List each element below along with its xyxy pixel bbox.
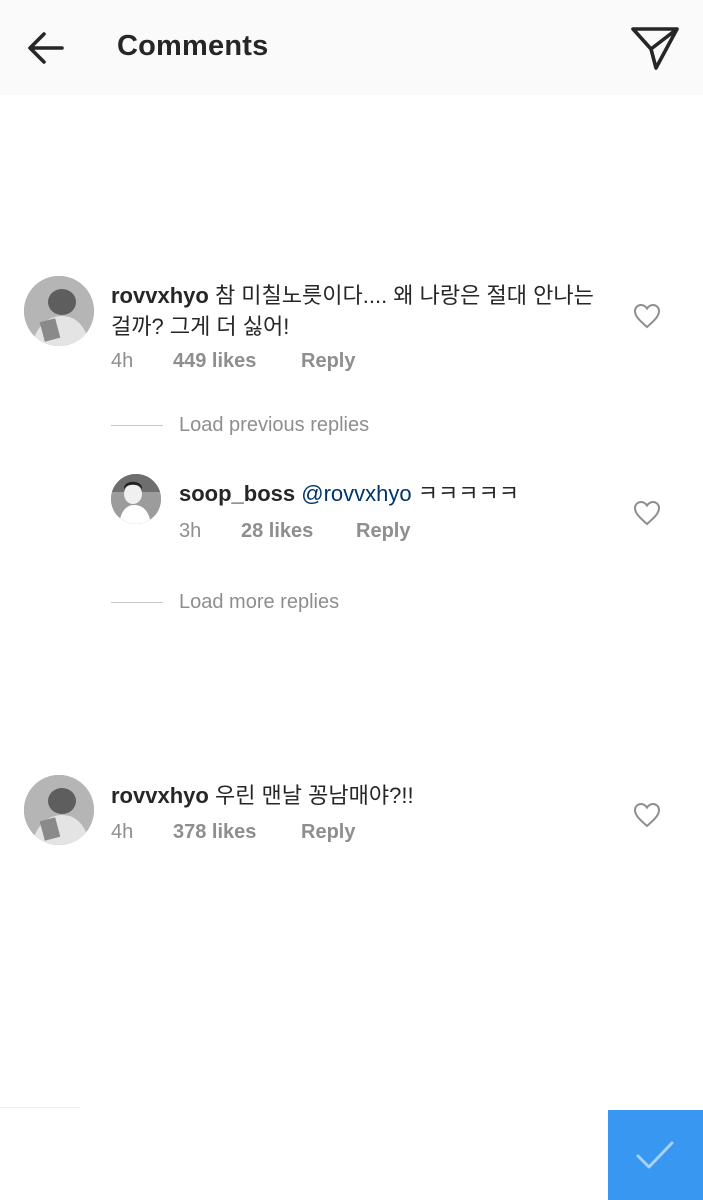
- comment-likes[interactable]: 378 likes: [173, 821, 256, 844]
- comment-username[interactable]: rovvxhyo: [111, 783, 209, 808]
- divider-line: [111, 602, 163, 603]
- heart-icon: [633, 802, 661, 828]
- heart-icon: [633, 500, 661, 526]
- avatar[interactable]: [24, 775, 94, 845]
- comment-username[interactable]: rovvxhyo: [111, 283, 209, 308]
- avatar[interactable]: [111, 474, 161, 524]
- comment-likes[interactable]: 449 likes: [173, 350, 256, 373]
- reply-button[interactable]: Reply: [301, 350, 355, 373]
- reply-meta: 3h 28 likes Reply: [179, 520, 479, 544]
- comment-time: 4h: [111, 350, 134, 372]
- arrow-left-icon: [28, 32, 64, 64]
- comment-text: rovvxhyo 참 미칠노릇이다.... 왜 나랑은 절대 안나는걸까? 그게…: [111, 280, 611, 342]
- like-button[interactable]: [633, 303, 661, 329]
- confirm-button[interactable]: [608, 1110, 703, 1200]
- like-button[interactable]: [633, 500, 661, 526]
- reply-time: 3h: [179, 520, 202, 542]
- heart-icon: [633, 303, 661, 329]
- divider-line: [0, 1107, 80, 1108]
- comment-meta: 4h 449 likes Reply: [111, 350, 411, 374]
- load-more-replies[interactable]: Load more replies: [179, 591, 339, 614]
- like-button[interactable]: [633, 802, 661, 828]
- page-title: Comments: [117, 30, 269, 62]
- reply-username[interactable]: soop_boss: [179, 481, 295, 506]
- reply-likes[interactable]: 28 likes: [241, 520, 313, 543]
- divider-line: [111, 425, 163, 426]
- paper-plane-icon: [631, 27, 679, 70]
- comment-text: rovvxhyo 우린 맨날 꽁남매야?!!: [111, 780, 611, 811]
- header-bar: Comments: [0, 0, 703, 95]
- checkmark-icon: [636, 1141, 674, 1169]
- comment-meta: 4h 378 likes Reply: [111, 821, 411, 845]
- reply-mention[interactable]: @rovvxhyo: [301, 481, 411, 506]
- bottom-bar: [0, 1107, 703, 1200]
- reply-body: ㅋㅋㅋㅋㅋ: [417, 481, 519, 506]
- reply-button[interactable]: Reply: [356, 520, 410, 543]
- send-button[interactable]: [626, 22, 684, 74]
- reply-button[interactable]: Reply: [301, 821, 355, 844]
- comment-body: 우린 맨날 꽁남매야?!!: [214, 783, 414, 808]
- comment-time: 4h: [111, 821, 134, 843]
- load-previous-replies[interactable]: Load previous replies: [179, 414, 369, 437]
- avatar[interactable]: [24, 276, 94, 346]
- reply-text: soop_boss @rovvxhyo ㅋㅋㅋㅋㅋ: [179, 478, 599, 509]
- back-button[interactable]: [22, 26, 70, 70]
